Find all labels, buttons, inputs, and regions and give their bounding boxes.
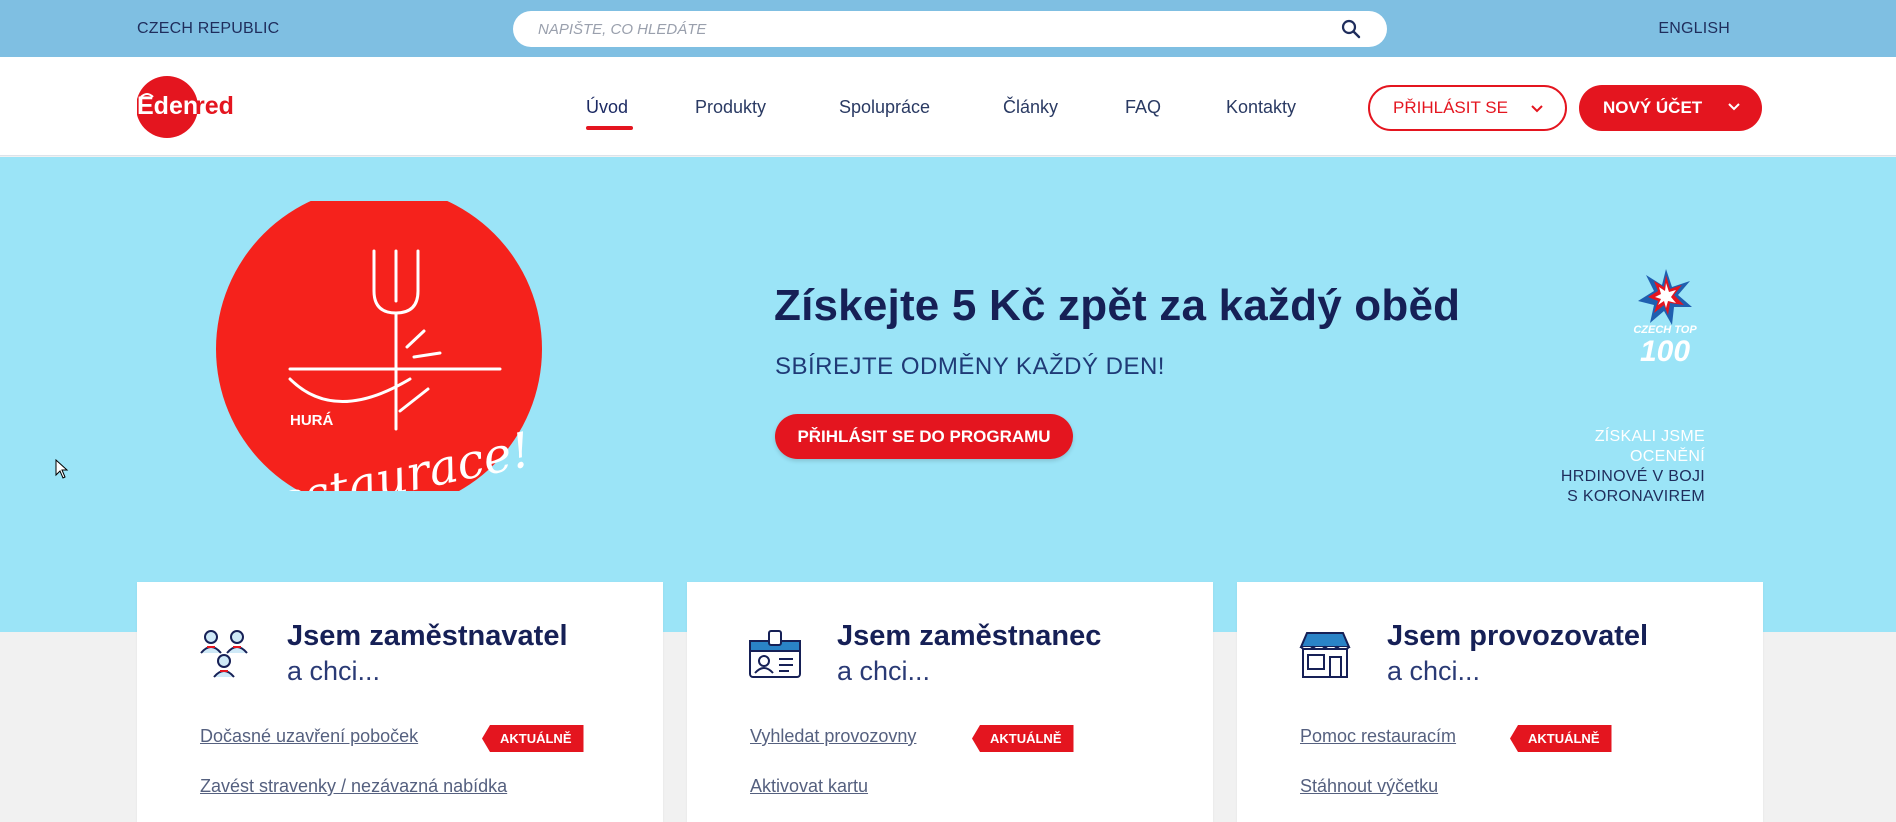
award-caption: ZÍSKALI JSME OCENĚNÍ HRDINOVÉ V BOJI S K…: [1561, 427, 1705, 507]
card-title: Jsem zaměstnavatel: [287, 620, 568, 652]
join-program-button[interactable]: PŘIHLÁSIT SE DO PROGRAMU: [775, 414, 1073, 459]
svg-text:Eden: Eden: [137, 92, 198, 120]
card-employer: Jsem zaměstnavatel a chci... Dočasné uza…: [137, 582, 663, 822]
award-line-3: HRDINOVÉ V BOJI: [1560, 468, 1705, 485]
login-button[interactable]: PŘIHLÁSIT SE: [1368, 85, 1567, 131]
search-input[interactable]: [538, 11, 1318, 47]
card-link[interactable]: Stáhnout výčetku: [1300, 776, 1438, 797]
language-switch[interactable]: ENGLISH: [1658, 20, 1730, 38]
status-badge: AKTUÁLNĚ: [482, 725, 584, 752]
card-link[interactable]: Pomoc restauracím: [1300, 726, 1456, 747]
search-box: [513, 11, 1387, 47]
nav-item-uvod[interactable]: Úvod: [586, 97, 628, 118]
card-subtitle: a chci...: [837, 656, 931, 686]
svg-text:red: red: [195, 92, 234, 120]
card-link[interactable]: Aktivovat kartu: [750, 776, 868, 797]
status-badge: AKTUÁLNĚ: [1510, 725, 1612, 752]
nav-item-kontakty[interactable]: Kontakty: [1226, 97, 1296, 118]
award-logo-text-2: 100: [1640, 335, 1690, 367]
card-link[interactable]: Vyhledat provozovny: [750, 726, 916, 747]
card-link[interactable]: Dočasné uzavření poboček: [200, 726, 418, 747]
nav-active-indicator: [586, 126, 633, 130]
card-title: Jsem provozovatel: [1387, 620, 1649, 652]
card-link[interactable]: Zavést stravenky / nezávazná nabídka: [200, 776, 507, 797]
hero-title: Získejte 5 Kč zpět za každý oběd: [774, 281, 1461, 330]
nav-item-clanky[interactable]: Články: [1003, 97, 1058, 118]
nav-item-produkty[interactable]: Produkty: [695, 97, 766, 118]
mouse-cursor-icon: [55, 459, 69, 479]
main-navigation: Eden red Úvod Produkty Spolupráce Články…: [0, 57, 1896, 156]
employees-group-icon: [200, 630, 248, 678]
edenred-logo[interactable]: Eden red: [137, 76, 241, 138]
status-badge: AKTUÁLNĚ: [972, 725, 1074, 752]
chevron-down-icon: [1531, 105, 1543, 113]
card-subtitle: a chci...: [287, 656, 381, 686]
award-line-2: OCENĚNÍ: [1630, 448, 1705, 465]
storefront-icon: [1299, 632, 1351, 678]
award-line-4: S KORONAVIREM: [1567, 488, 1705, 505]
hero-banner: HURÁ do restaurace! Získejte 5 Kč zpět z…: [0, 157, 1896, 632]
hero-subtitle: SBÍREJTE ODMĚNY KAŽDÝ DEN!: [775, 353, 1165, 380]
new-account-button-label: NOVÝ ÚČET: [1603, 98, 1703, 117]
card-operator: Jsem provozovatel a chci... Pomoc restau…: [1237, 582, 1763, 822]
new-account-button[interactable]: NOVÝ ÚČET: [1579, 85, 1762, 131]
login-button-label: PŘIHLÁSIT SE: [1393, 98, 1508, 117]
chevron-down-icon: [1728, 103, 1740, 111]
nav-item-spoluprace[interactable]: Spolupráce: [839, 97, 930, 118]
search-icon[interactable]: [1341, 19, 1361, 39]
nav-item-faq[interactable]: FAQ: [1125, 97, 1161, 118]
card-employee: Jsem zaměstnanec a chci... Vyhledat prov…: [687, 582, 1213, 822]
card-title: Jsem zaměstnanec: [837, 620, 1102, 652]
illustration-label-top: HURÁ: [290, 412, 333, 429]
country-selector[interactable]: CZECH REPUBLIC: [137, 20, 279, 38]
czech-top-100-award-logo[interactable]: CZECH TOP 100: [1620, 267, 1710, 367]
award-line-1: ZÍSKALI JSME: [1594, 428, 1705, 445]
id-card-icon: [749, 630, 801, 678]
card-subtitle: a chci...: [1387, 656, 1481, 686]
top-bar: CZECH REPUBLIC ENGLISH: [0, 0, 1896, 57]
restaurant-promo-illustration[interactable]: HURÁ do restaurace!: [160, 201, 590, 491]
